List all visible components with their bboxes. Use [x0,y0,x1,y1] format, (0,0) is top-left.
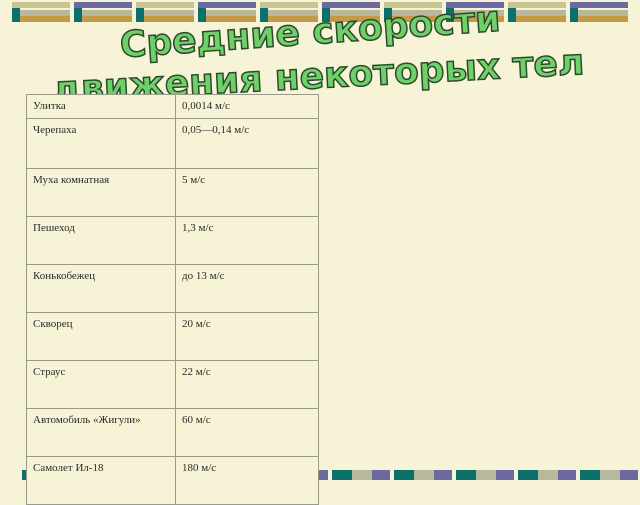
object-name-cell: Автомобиль «Жигули» [26,408,176,457]
object-name-cell: Страус [26,360,176,409]
speeds-table: Улитка 0,0014 м/с Черепаха 0,05—0,14 м/с Мух… [26,94,319,505]
table-row: Муха комнатная 5 м/с [26,168,319,217]
speed-value-cell: 1,3 м/с [175,216,319,265]
deco-block [394,470,452,480]
object-name-cell: Черепаха [26,118,176,169]
object-name-cell: Конькобежец [26,264,176,313]
speed-value-cell: до 13 м/с [175,264,319,313]
deco-block [580,470,638,480]
object-name-cell: Скворец [26,312,176,361]
object-name-cell: Пешеход [26,216,176,265]
speed-value-cell: 60 м/с [175,408,319,457]
speed-value-cell: 180 м/с [175,456,319,505]
table-row: Улитка 0,0014 м/с [26,94,319,119]
slide-title: Средние скорости движения некоторых тел [0,0,640,100]
speed-value-cell: 0,0014 м/с [175,94,319,119]
table-row: Скворец 20 м/с [26,312,319,361]
speed-value-cell: 0,05—0,14 м/с [175,118,319,169]
speed-value-cell: 5 м/с [175,168,319,217]
deco-block [518,470,576,480]
speed-value-cell: 20 м/с [175,312,319,361]
deco-block [332,470,390,480]
table-row: Самолет Ил-18 180 м/с [26,456,319,505]
object-name-cell: Муха комнатная [26,168,176,217]
deco-block [456,470,514,480]
table-row: Пешеход 1,3 м/с [26,216,319,265]
object-name-cell: Самолет Ил-18 [26,456,176,505]
title-wordart: Средние скорости движения некоторых тел [50,0,586,100]
table-row: Автомобиль «Жигули» 60 м/с [26,408,319,457]
table-row: Черепаха 0,05—0,14 м/с [26,118,319,169]
table-row: Страус 22 м/с [26,360,319,409]
speeds-table-body: Улитка 0,0014 м/с Черепаха 0,05—0,14 м/с Мух… [26,94,319,505]
table-row: Конькобежец до 13 м/с [26,264,319,313]
speed-value-cell: 22 м/с [175,360,319,409]
object-name-cell: Улитка [26,94,176,119]
